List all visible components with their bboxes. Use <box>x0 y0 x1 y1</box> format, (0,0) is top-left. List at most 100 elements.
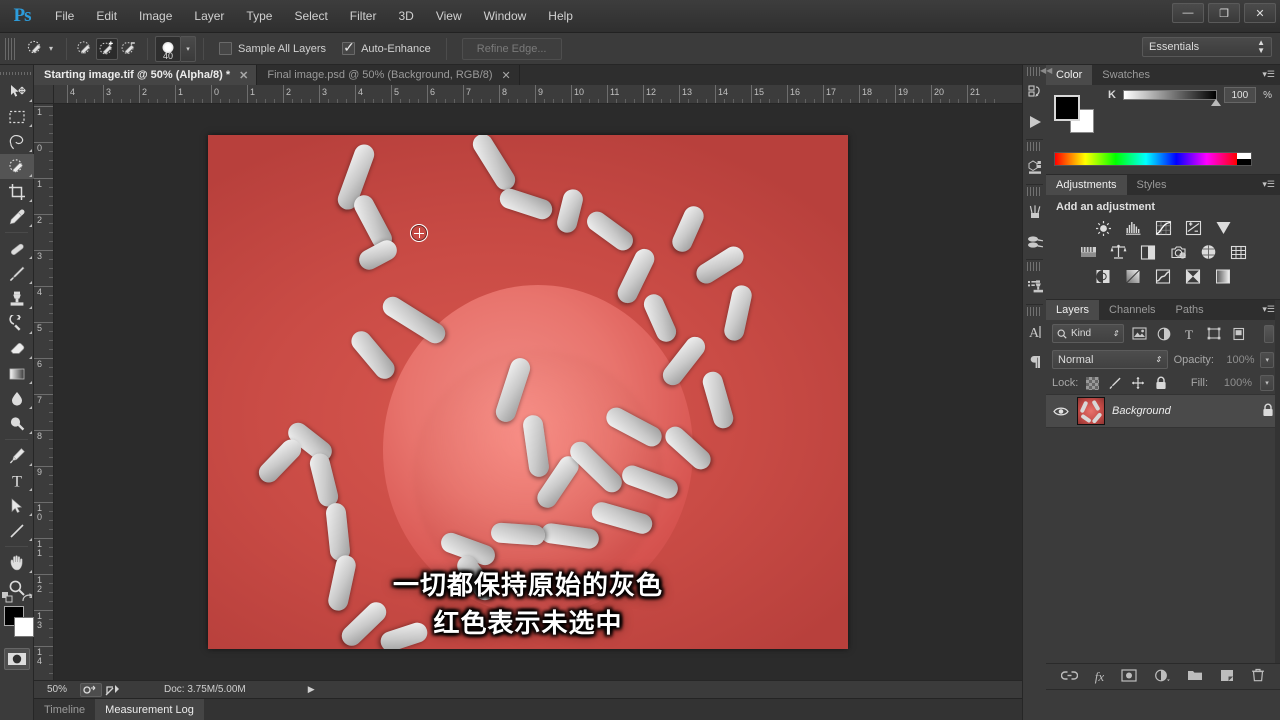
layer-visibility-icon[interactable] <box>1052 406 1070 417</box>
workspace-selector[interactable]: Essentials ▲ ▼ <box>1142 37 1272 57</box>
lock-transparency-icon[interactable] <box>1086 376 1100 390</box>
options-bar-grip[interactable] <box>5 37 15 60</box>
minimize-button[interactable]: — <box>1172 3 1204 23</box>
gradient-map-icon[interactable] <box>1213 267 1233 285</box>
menu-view[interactable]: View <box>425 5 473 27</box>
blur-tool[interactable] <box>0 386 34 411</box>
hand-tool[interactable] <box>0 550 34 575</box>
path-selection-tool[interactable] <box>0 493 34 518</box>
color-panel-menu-button[interactable]: ▾☰ <box>1262 69 1275 80</box>
lock-position-icon[interactable] <box>1130 376 1145 391</box>
fill-value[interactable]: 100% <box>1216 377 1252 389</box>
auto-enhance-checkbox[interactable]: Auto-Enhance <box>334 39 439 56</box>
adjustments-panel-menu-button[interactable]: ▾☰ <box>1262 179 1275 190</box>
subtract-from-selection-button[interactable] <box>118 38 140 60</box>
default-colors-icon[interactable] <box>2 592 13 603</box>
tools-panel-grip[interactable] <box>0 67 33 79</box>
character-icon[interactable]: A <box>1023 317 1047 347</box>
layer-style-fx-icon[interactable]: fx <box>1095 669 1104 685</box>
shape-filter-icon[interactable] <box>1204 325 1224 343</box>
filter-enable-toggle[interactable] <box>1264 324 1274 343</box>
color-spectrum[interactable] <box>1055 153 1237 165</box>
layer-filter-kind-select[interactable]: Kind ⇕ <box>1052 324 1124 343</box>
channel-slider[interactable] <box>1122 90 1221 106</box>
preview-toggle-icon[interactable] <box>80 682 102 697</box>
refine-edge-button[interactable]: Refine Edge... <box>461 37 562 60</box>
lock-all-icon[interactable] <box>1153 376 1168 391</box>
white-black-swatches[interactable] <box>1237 153 1251 165</box>
layers-scrollbar[interactable] <box>1275 300 1280 689</box>
dock-grip[interactable] <box>1027 262 1042 271</box>
actions-play-icon[interactable] <box>1023 107 1047 137</box>
posterize-icon[interactable] <box>1123 267 1143 285</box>
add-to-selection-button[interactable] <box>96 37 119 60</box>
sample-all-layers-checkbox[interactable]: Sample All Layers <box>211 42 334 55</box>
menu-help[interactable]: Help <box>537 5 584 27</box>
swap-colors-icon[interactable] <box>21 592 33 606</box>
black-white-icon[interactable] <box>1138 243 1158 261</box>
vibrance-icon[interactable] <box>1213 219 1233 237</box>
tab-channels[interactable]: Channels <box>1099 300 1165 320</box>
type-filter-icon[interactable]: T <box>1179 325 1199 343</box>
channel-mixer-icon[interactable] <box>1198 243 1218 261</box>
color-swatches[interactable] <box>0 592 34 644</box>
menu-window[interactable]: Window <box>473 5 538 27</box>
blend-mode-select[interactable]: Normal ⇕ <box>1052 350 1168 369</box>
eyedropper-tool[interactable] <box>0 204 34 229</box>
curves-icon[interactable] <box>1153 219 1173 237</box>
smart-object-filter-icon[interactable] <box>1229 325 1249 343</box>
brush-presets-icon[interactable] <box>1023 227 1047 257</box>
fill-chevron-down-icon[interactable]: ▾ <box>1260 375 1274 391</box>
line-tool[interactable] <box>0 518 34 543</box>
horizontal-type-tool[interactable]: T <box>0 468 34 493</box>
quick-mask-button[interactable] <box>3 648 30 670</box>
opacity-value[interactable]: 100% <box>1220 354 1254 366</box>
close-icon[interactable]: ✕ <box>239 69 248 82</box>
tab-paths[interactable]: Paths <box>1166 300 1214 320</box>
color-lookup-icon[interactable] <box>1228 243 1248 261</box>
opacity-chevron-down-icon[interactable]: ▾ <box>1260 351 1274 368</box>
canvas-area[interactable]: 一切都保持原始的灰色 红色表示未选中 <box>54 104 1046 680</box>
clone-source-icon[interactable] <box>1023 272 1047 302</box>
close-icon[interactable]: ✕ <box>502 69 511 82</box>
pixel-filter-icon[interactable] <box>1129 325 1149 343</box>
paragraph-icon[interactable] <box>1023 347 1047 377</box>
tab-styles[interactable]: Styles <box>1127 175 1177 195</box>
color-panel-foreground-swatch[interactable] <box>1054 95 1080 121</box>
dodge-tool[interactable] <box>0 411 34 436</box>
hue-saturation-icon[interactable] <box>1078 243 1098 261</box>
new-group-icon[interactable] <box>1187 669 1203 684</box>
history-icon[interactable] <box>1023 77 1047 107</box>
tab-layers[interactable]: Layers <box>1046 300 1100 320</box>
invert-icon[interactable] <box>1093 267 1113 285</box>
menu-type[interactable]: Type <box>235 5 283 27</box>
new-layer-icon[interactable] <box>1220 669 1234 685</box>
quick-selection-tool[interactable] <box>0 154 34 179</box>
zoom-level[interactable]: 50% <box>34 684 80 695</box>
photo-filter-icon[interactable] <box>1168 243 1188 261</box>
status-expand-icon[interactable]: ▶ <box>308 684 315 695</box>
tab-adjustments[interactable]: Adjustments <box>1046 175 1127 195</box>
delete-layer-icon[interactable] <box>1251 668 1265 685</box>
rectangular-marquee-tool[interactable] <box>0 104 34 129</box>
add-mask-icon[interactable] <box>1121 668 1137 685</box>
move-tool[interactable] <box>0 79 34 104</box>
new-adjustment-icon[interactable] <box>1154 669 1170 685</box>
layer-name[interactable]: Background <box>1112 405 1171 417</box>
lock-image-icon[interactable] <box>1107 376 1122 391</box>
menu-filter[interactable]: Filter <box>339 5 388 27</box>
3d-icon[interactable] <box>1023 152 1047 182</box>
color-ramp[interactable] <box>1054 152 1252 166</box>
brush-icon[interactable] <box>1023 197 1047 227</box>
tab-timeline[interactable]: Timeline <box>34 699 95 720</box>
background-color-swatch[interactable] <box>14 617 34 637</box>
maximize-button[interactable]: ❐ <box>1208 3 1240 23</box>
spot-healing-brush-tool[interactable] <box>0 236 34 261</box>
eraser-tool[interactable] <box>0 336 34 361</box>
history-brush-tool[interactable] <box>0 311 34 336</box>
dock-grip[interactable] <box>1027 142 1042 151</box>
brightness-contrast-icon[interactable] <box>1093 219 1113 237</box>
auto-enhance-box[interactable] <box>342 39 356 56</box>
document-tab-final-image[interactable]: Final image.psd @ 50% (Background, RGB/8… <box>257 65 520 85</box>
panel-collapse-grip[interactable]: ◀◀ <box>1040 66 1052 76</box>
